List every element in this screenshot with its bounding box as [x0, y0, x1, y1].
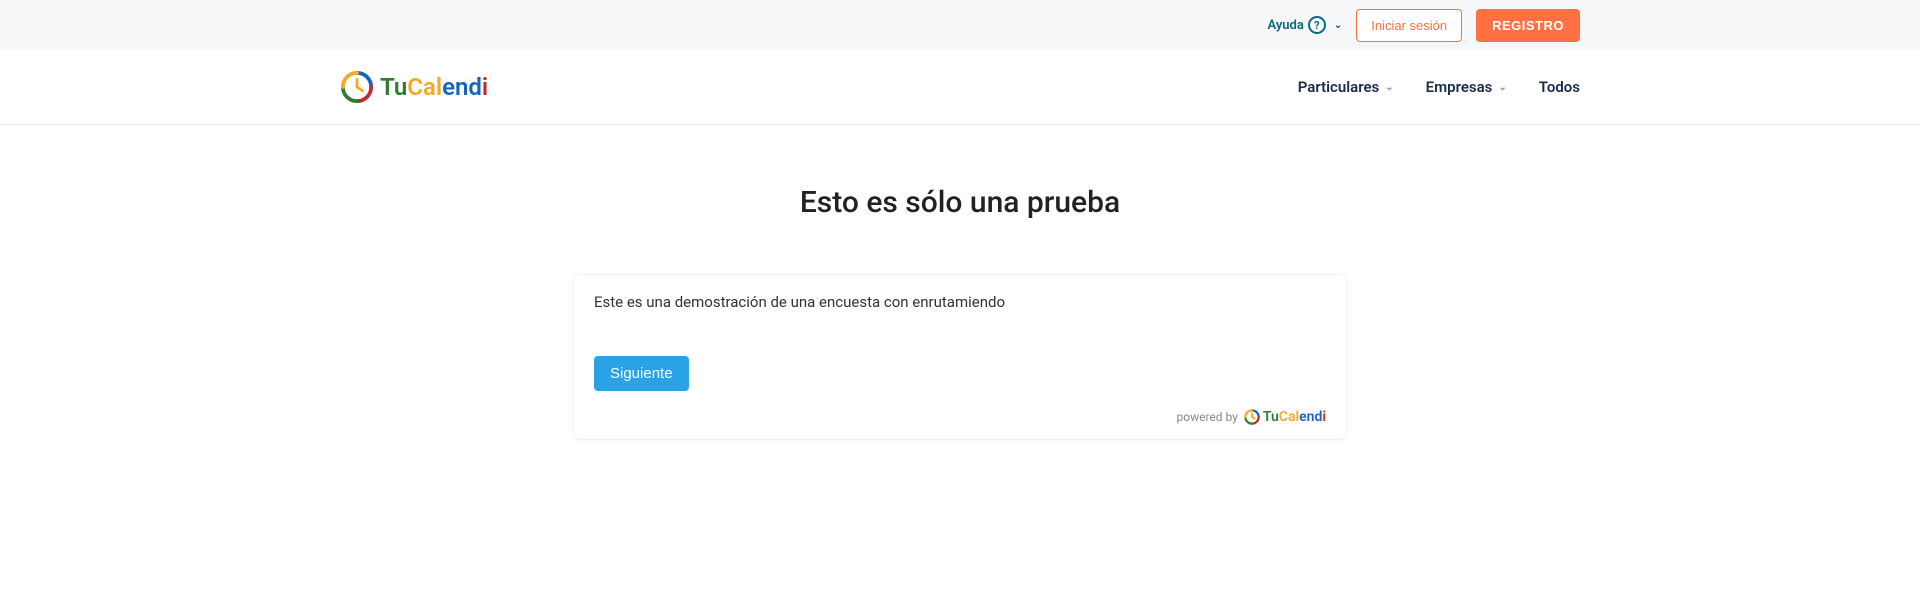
nav-item-todos[interactable]: Todos — [1539, 78, 1580, 96]
survey-card: Este es una demostración de una encuesta… — [574, 275, 1346, 439]
next-button[interactable]: Siguiente — [594, 356, 689, 391]
survey-description: Este es una demostración de una encuesta… — [594, 293, 1326, 311]
nav-item-empresas[interactable]: Empresas ⌄ — [1426, 78, 1507, 96]
chevron-down-icon: ⌄ — [1334, 20, 1342, 31]
help-dropdown[interactable]: Ayuda ? ⌄ — [1267, 16, 1342, 34]
brand-text: TuCalendi — [380, 73, 488, 101]
clock-logo-icon — [340, 70, 374, 104]
topbar: Ayuda ? ⌄ Iniciar sesión REGISTRO — [0, 0, 1920, 50]
powered-brand-link[interactable]: TuCalendi — [1244, 409, 1326, 425]
chevron-down-icon: ⌄ — [1498, 82, 1506, 93]
login-button[interactable]: Iniciar sesión — [1356, 9, 1462, 42]
brand-logo[interactable]: TuCalendi — [340, 70, 488, 104]
nav-items: Particulares ⌄ Empresas ⌄ Todos — [1298, 78, 1580, 96]
nav-label: Empresas — [1426, 78, 1493, 96]
powered-by: powered by TuCalendi — [594, 409, 1326, 425]
powered-label: powered by — [1177, 410, 1238, 424]
nav-label: Particulares — [1298, 78, 1380, 96]
chevron-down-icon: ⌄ — [1385, 82, 1393, 93]
help-label: Ayuda — [1267, 18, 1303, 33]
nav-label: Todos — [1539, 78, 1580, 96]
content: Esto es sólo una prueba Este es una demo… — [0, 125, 1920, 439]
powered-brand-text: TuCalendi — [1263, 409, 1326, 425]
nav-item-particulares[interactable]: Particulares ⌄ — [1298, 78, 1394, 96]
clock-logo-icon — [1244, 409, 1260, 425]
page-title: Esto es sólo una prueba — [800, 185, 1120, 220]
register-button[interactable]: REGISTRO — [1476, 9, 1580, 42]
main-nav: TuCalendi Particulares ⌄ Empresas ⌄ Todo… — [0, 50, 1920, 125]
help-icon: ? — [1308, 16, 1326, 34]
